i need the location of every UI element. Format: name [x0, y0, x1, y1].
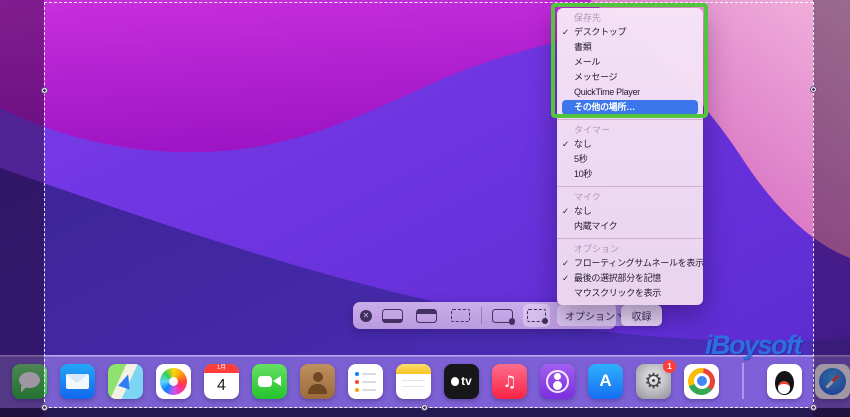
- selection-border-top: [44, 2, 813, 3]
- watermark-logo: iBoysoft: [705, 330, 803, 360]
- selection-border-right: [813, 2, 814, 407]
- menu-item[interactable]: メール: [557, 55, 703, 70]
- menu-section-header: タイマー: [574, 125, 611, 135]
- screen-icon: [382, 308, 403, 323]
- dock-icon-facetime[interactable]: [252, 363, 287, 399]
- checkmark-icon: ✓: [562, 258, 569, 268]
- dock-icon-reminders[interactable]: [348, 363, 383, 399]
- capture-entire-screen-button[interactable]: [379, 304, 406, 327]
- options-button-label: オプション: [565, 312, 615, 323]
- menu-item-label: メール: [574, 57, 601, 67]
- checkmark-icon: ✓: [562, 206, 569, 216]
- menu-item[interactable]: ✓ なし: [557, 204, 703, 219]
- selection-handle[interactable]: [809, 403, 817, 411]
- dock-icon-calendar[interactable]: 1月 4: [204, 363, 239, 399]
- dim-overlay-right: [813, 0, 850, 417]
- record-screen-icon: [492, 308, 515, 325]
- appletv-label: tv: [461, 374, 472, 388]
- menu-item[interactable]: 10秒: [557, 167, 703, 182]
- menu-item[interactable]: QuickTime Player: [557, 85, 703, 100]
- dock-icon-maps[interactable]: [108, 363, 143, 399]
- menu-item-label: なし: [574, 139, 592, 149]
- window-icon: [416, 308, 437, 323]
- menu-section-header: オプション: [574, 244, 620, 254]
- dock: 1月4tv1: [0, 359, 850, 400]
- menu-item[interactable]: ✓ デスクトップ: [557, 25, 703, 40]
- calendar-day-label: 4: [217, 376, 226, 394]
- selection-border-bottom: [44, 407, 813, 408]
- dock-icon-notes[interactable]: [396, 363, 431, 399]
- menu-item-label: 内蔵マイク: [574, 221, 618, 231]
- record-dot-icon: [541, 317, 548, 324]
- menu-item-label: 最後の選択部分を記憶: [574, 273, 662, 283]
- calendar-month-label: 1月: [204, 363, 239, 373]
- selection-handle[interactable]: [809, 85, 817, 93]
- menu-item-label: デスクトップ: [574, 27, 627, 37]
- dock-icon-appletv[interactable]: tv: [444, 363, 479, 399]
- menu-item[interactable]: 内蔵マイク: [557, 219, 703, 234]
- screenshot-toolbar: ✕ オプション: [353, 302, 632, 329]
- dock-icon-appstore[interactable]: [588, 363, 623, 399]
- menu-item[interactable]: その他の場所…: [562, 100, 698, 115]
- menu-item[interactable]: ✓ 最後の選択部分を記憶: [557, 271, 703, 286]
- desktop: 1月4tv1 ✕ オプション 収録: [0, 0, 850, 417]
- menu-item-label: 10秒: [574, 169, 593, 179]
- menu-item[interactable]: ✓ フローティングサムネールを表示: [557, 256, 703, 271]
- dock-icon-chrome[interactable]: [684, 363, 719, 399]
- menu-item-label: メッセージ: [574, 72, 618, 82]
- menu-section: オプション ✓ フローティングサムネールを表示 ✓ 最後の選択部分を記憶 マウスクリックを…: [557, 238, 703, 305]
- selection-handle[interactable]: [40, 403, 48, 411]
- menu-item[interactable]: マウスクリックを表示: [557, 286, 703, 301]
- record-button-label: 収録: [631, 312, 652, 323]
- selection-handle[interactable]: [40, 86, 48, 94]
- checkmark-icon: ✓: [562, 27, 569, 37]
- record-button[interactable]: 収録: [621, 305, 662, 326]
- dock-icon-podcasts[interactable]: [540, 363, 575, 399]
- capture-window-button[interactable]: [413, 304, 440, 327]
- menu-item-label: QuickTime Player: [574, 87, 640, 97]
- menu-item-label: 書類: [574, 42, 592, 52]
- menu-item[interactable]: 書類: [557, 40, 703, 55]
- toolbar-divider: [481, 307, 482, 324]
- menu-item-label: フローティングサムネールを表示: [574, 258, 703, 268]
- dock-icon-mail[interactable]: [60, 363, 95, 399]
- menu-item-label: マウスクリックを表示: [574, 288, 662, 298]
- menu-section: マイク ✓ なし内蔵マイク: [557, 186, 703, 238]
- menu-item-label: その他の場所…: [574, 102, 635, 112]
- selection-border-left: [44, 2, 45, 407]
- record-selection-button[interactable]: [523, 304, 550, 327]
- menu-section-header: マイク: [574, 192, 601, 202]
- menu-item[interactable]: ✓ なし: [557, 137, 703, 152]
- dim-overlay-left: [0, 0, 44, 417]
- checkmark-icon: ✓: [562, 139, 569, 149]
- dock-divider: [742, 363, 744, 399]
- capture-selection-button[interactable]: [447, 304, 474, 327]
- notification-badge: 1: [663, 359, 676, 373]
- selection-handle[interactable]: [420, 403, 428, 411]
- options-menu: 保存先 ✓ デスクトップ 書類メールメッセージ QuickTime Player その他の…: [557, 8, 703, 305]
- dock-icon-qq[interactable]: [766, 363, 802, 399]
- record-entire-screen-button[interactable]: [489, 304, 516, 327]
- menu-section: タイマー ✓ なし 5秒 10秒: [557, 119, 703, 186]
- dock-icon-settings[interactable]: 1: [636, 359, 676, 399]
- options-menu-sections: 保存先 ✓ デスクトップ 書類メールメッセージ QuickTime Player その他の…: [557, 8, 703, 305]
- menu-item-label: 5秒: [574, 154, 588, 164]
- record-selection-icon: [527, 309, 548, 324]
- dock-icon-contacts[interactable]: [300, 363, 335, 399]
- dashed-selection-icon: [451, 309, 470, 322]
- menu-item[interactable]: メッセージ: [557, 70, 703, 85]
- menu-section: 保存先 ✓ デスクトップ 書類メールメッセージ QuickTime Player その他の…: [557, 8, 703, 119]
- menu-item-label: なし: [574, 206, 592, 216]
- checkmark-icon: ✓: [562, 273, 569, 283]
- menu-section-header: 保存先: [574, 13, 602, 23]
- record-dot-icon: [508, 318, 515, 325]
- dock-icon-photos[interactable]: [156, 363, 191, 399]
- menu-item[interactable]: 5秒: [557, 152, 703, 167]
- dock-icon-music[interactable]: [492, 363, 527, 399]
- close-icon[interactable]: ✕: [360, 309, 372, 322]
